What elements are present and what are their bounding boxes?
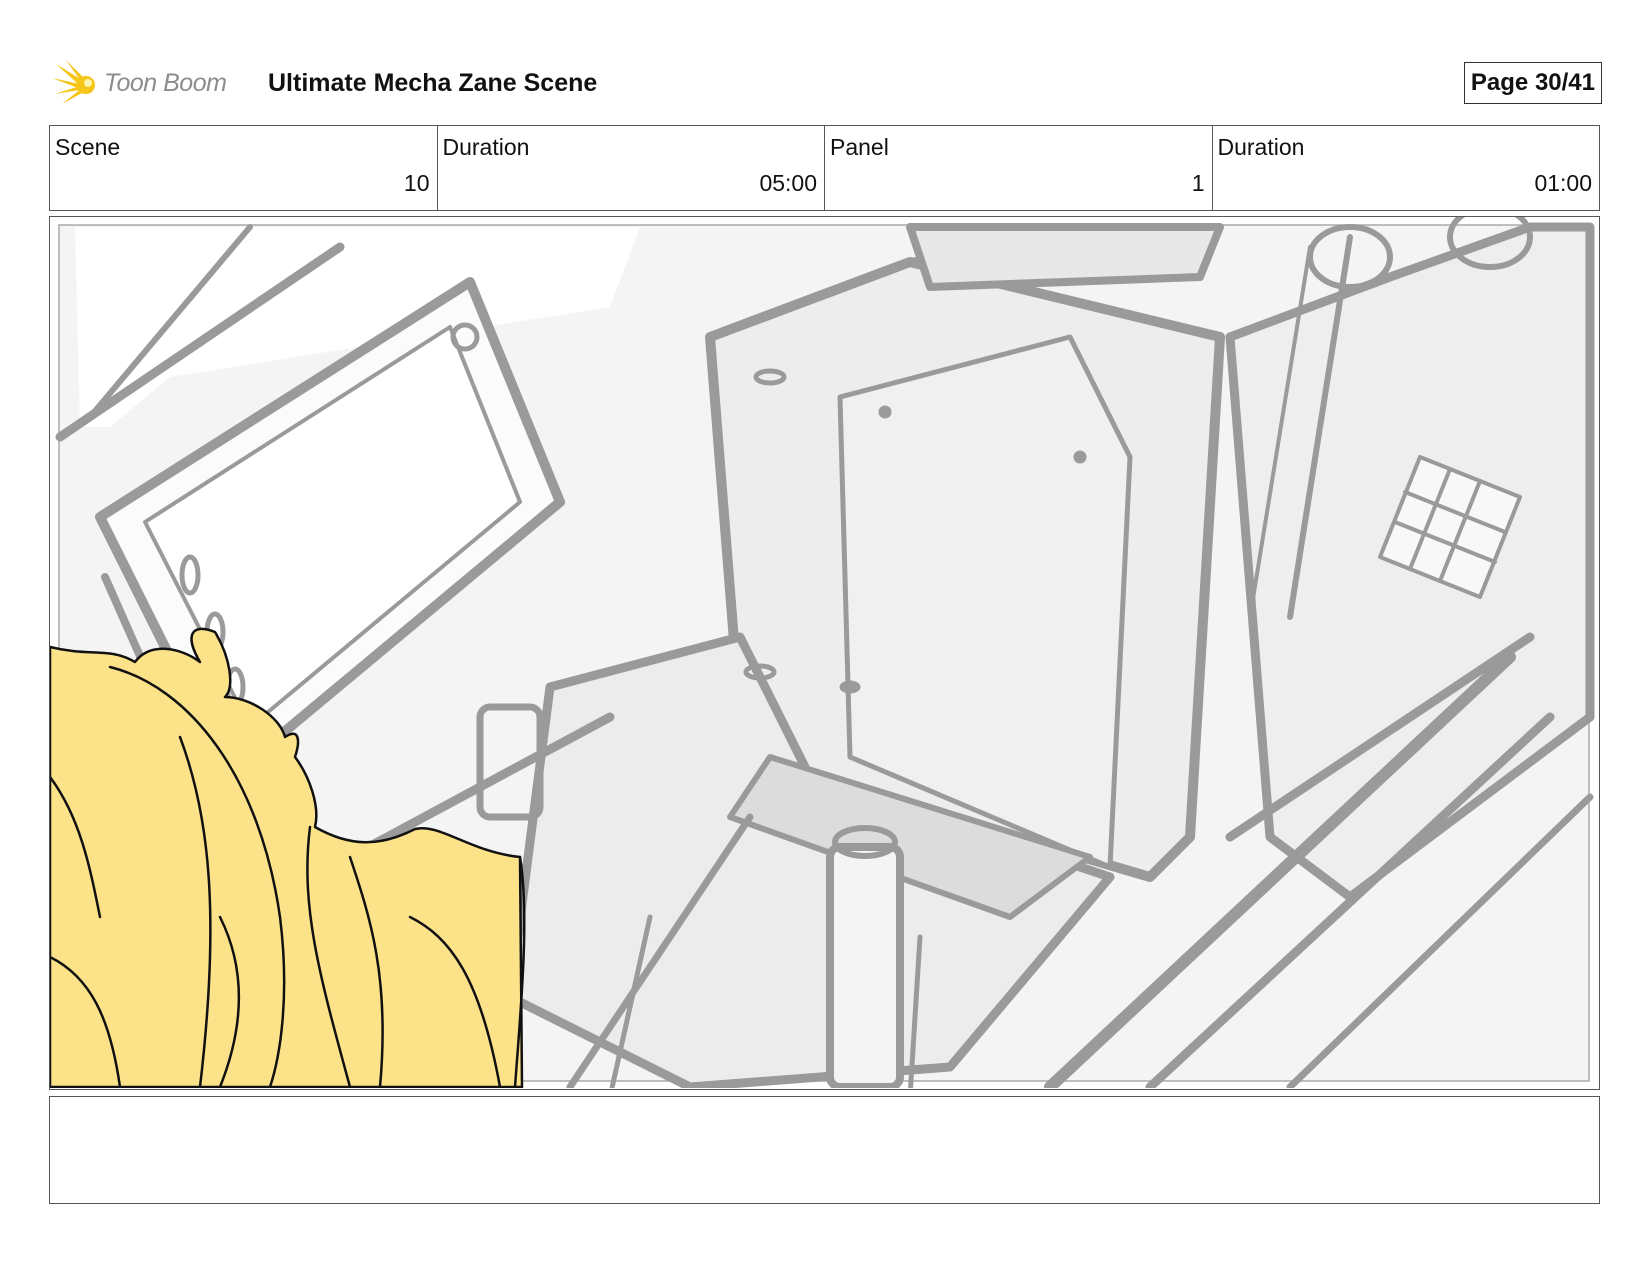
logo-text: Toon Boom xyxy=(104,69,227,97)
panel-cell: Panel 1 xyxy=(825,126,1213,210)
scene-duration-label: Duration xyxy=(442,134,530,160)
scene-duration-cell: Duration 05:00 xyxy=(438,126,825,210)
panel-notes-box xyxy=(49,1096,1600,1204)
document-title: Ultimate Mecha Zane Scene xyxy=(268,69,598,97)
scene-info-table: Scene 10 Duration 05:00 Panel 1 Duration… xyxy=(49,125,1600,211)
panel-value: 1 xyxy=(1191,170,1205,196)
page-number: Page 30/41 xyxy=(1463,62,1602,104)
panel-duration-label: Duration xyxy=(1217,134,1305,160)
panel-duration-value: 01:00 xyxy=(1534,170,1592,196)
starburst-icon xyxy=(52,60,95,104)
cockpit-sketch-drawing xyxy=(50,217,1595,1088)
storyboard-panel xyxy=(49,216,1600,1090)
toon-boom-logo: Toon Boom xyxy=(52,58,252,108)
scene-label: Scene xyxy=(55,134,121,160)
scene-value: 10 xyxy=(403,170,430,196)
scene-duration-value: 05:00 xyxy=(759,170,817,196)
control-stick xyxy=(826,843,904,1088)
panel-duration-cell: Duration 01:00 xyxy=(1213,126,1600,210)
page-header: Toon Boom Ultimate Mecha Zane Scene Page… xyxy=(52,58,1602,108)
scene-cell: Scene 10 xyxy=(50,126,438,210)
panel-label: Panel xyxy=(830,134,889,160)
